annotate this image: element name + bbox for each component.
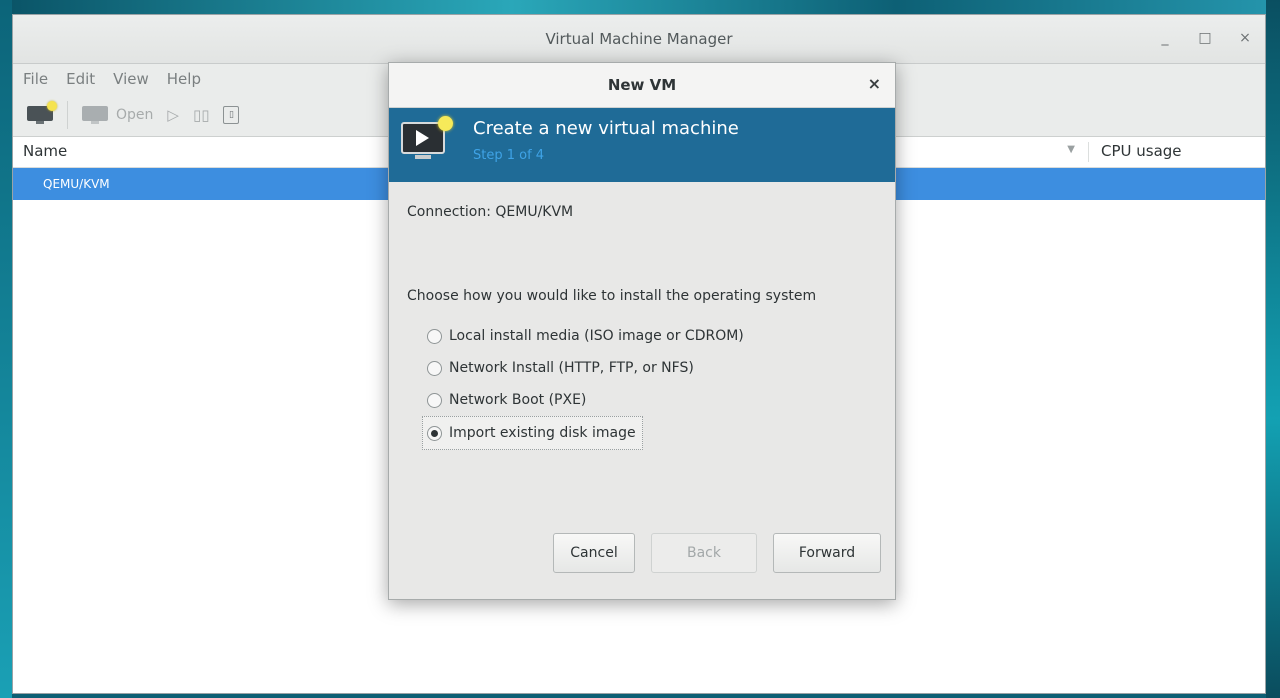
maximize-icon[interactable]: □ bbox=[1195, 27, 1215, 49]
sort-arrow-icon[interactable]: ▼ bbox=[1067, 144, 1075, 155]
menu-view[interactable]: View bbox=[113, 70, 149, 88]
dialog-banner: Create a new virtual machine Step 1 of 4 bbox=[389, 108, 895, 182]
window-title: Virtual Machine Manager bbox=[545, 30, 733, 48]
shutdown-icon[interactable]: ▯ bbox=[223, 106, 240, 124]
option-label: Network Install (HTTP, FTP, or NFS) bbox=[449, 360, 694, 376]
desktop-background-top bbox=[0, 0, 1280, 14]
radio-network-boot[interactable] bbox=[427, 392, 442, 408]
option-network-install[interactable]: Network Install (HTTP, FTP, or NFS) bbox=[427, 352, 744, 384]
open-button[interactable]: Open bbox=[82, 106, 153, 124]
option-network-boot[interactable]: Network Boot (PXE) bbox=[427, 384, 744, 416]
cancel-button[interactable]: Cancel bbox=[553, 533, 635, 573]
option-label: Import existing disk image bbox=[449, 425, 636, 441]
dialog-title: New VM bbox=[607, 76, 677, 94]
desktop-background-right bbox=[1266, 0, 1280, 698]
pause-icon[interactable]: ▯▯ bbox=[193, 106, 210, 124]
new-vm-icon bbox=[27, 101, 57, 124]
banner-title: Create a new virtual machine bbox=[473, 118, 739, 139]
desktop-background-left bbox=[0, 0, 12, 698]
dialog-titlebar[interactable]: New VM × bbox=[389, 63, 895, 108]
radio-import-disk-image[interactable] bbox=[427, 425, 442, 441]
dialog-body: Connection: QEMU/KVM Choose how you woul… bbox=[389, 182, 895, 586]
run-icon[interactable]: ▷ bbox=[167, 106, 179, 124]
column-name[interactable]: Name bbox=[23, 142, 67, 160]
menu-file[interactable]: File bbox=[23, 70, 48, 88]
window-controls: _ □ × bbox=[1155, 27, 1255, 49]
option-label: Local install media (ISO image or CDROM) bbox=[449, 328, 744, 344]
monitor-icon bbox=[82, 106, 108, 124]
dialog-buttons: Cancel Back Forward bbox=[553, 533, 881, 573]
column-cpu-usage[interactable]: CPU usage bbox=[1088, 142, 1182, 162]
option-local-install-media[interactable]: Local install media (ISO image or CDROM) bbox=[427, 320, 744, 352]
connection-text: Connection: QEMU/KVM bbox=[407, 204, 574, 220]
radio-local-install-media[interactable] bbox=[427, 328, 442, 344]
install-options: Local install media (ISO image or CDROM)… bbox=[422, 320, 744, 450]
back-button[interactable]: Back bbox=[651, 533, 757, 573]
new-vm-dialog: New VM × Create a new virtual machine St… bbox=[388, 62, 896, 600]
menu-edit[interactable]: Edit bbox=[66, 70, 95, 88]
minimize-icon[interactable]: _ bbox=[1155, 27, 1175, 49]
banner-step: Step 1 of 4 bbox=[473, 148, 545, 163]
window-titlebar[interactable]: Virtual Machine Manager _ □ × bbox=[13, 15, 1265, 64]
open-button-label: Open bbox=[116, 107, 154, 123]
toolbar-separator bbox=[67, 101, 68, 129]
dialog-close-icon[interactable]: × bbox=[868, 74, 881, 93]
connection-label: QEMU/KVM bbox=[43, 177, 110, 191]
menu-help[interactable]: Help bbox=[167, 70, 201, 88]
option-import-disk-image[interactable]: Import existing disk image bbox=[422, 416, 643, 450]
new-vm-monitor-icon bbox=[401, 116, 453, 162]
new-vm-button[interactable] bbox=[27, 101, 57, 124]
close-icon[interactable]: × bbox=[1235, 27, 1255, 49]
radio-network-install[interactable] bbox=[427, 360, 442, 376]
install-prompt: Choose how you would like to install the… bbox=[407, 288, 817, 304]
forward-button[interactable]: Forward bbox=[773, 533, 881, 573]
option-label: Network Boot (PXE) bbox=[449, 392, 587, 408]
